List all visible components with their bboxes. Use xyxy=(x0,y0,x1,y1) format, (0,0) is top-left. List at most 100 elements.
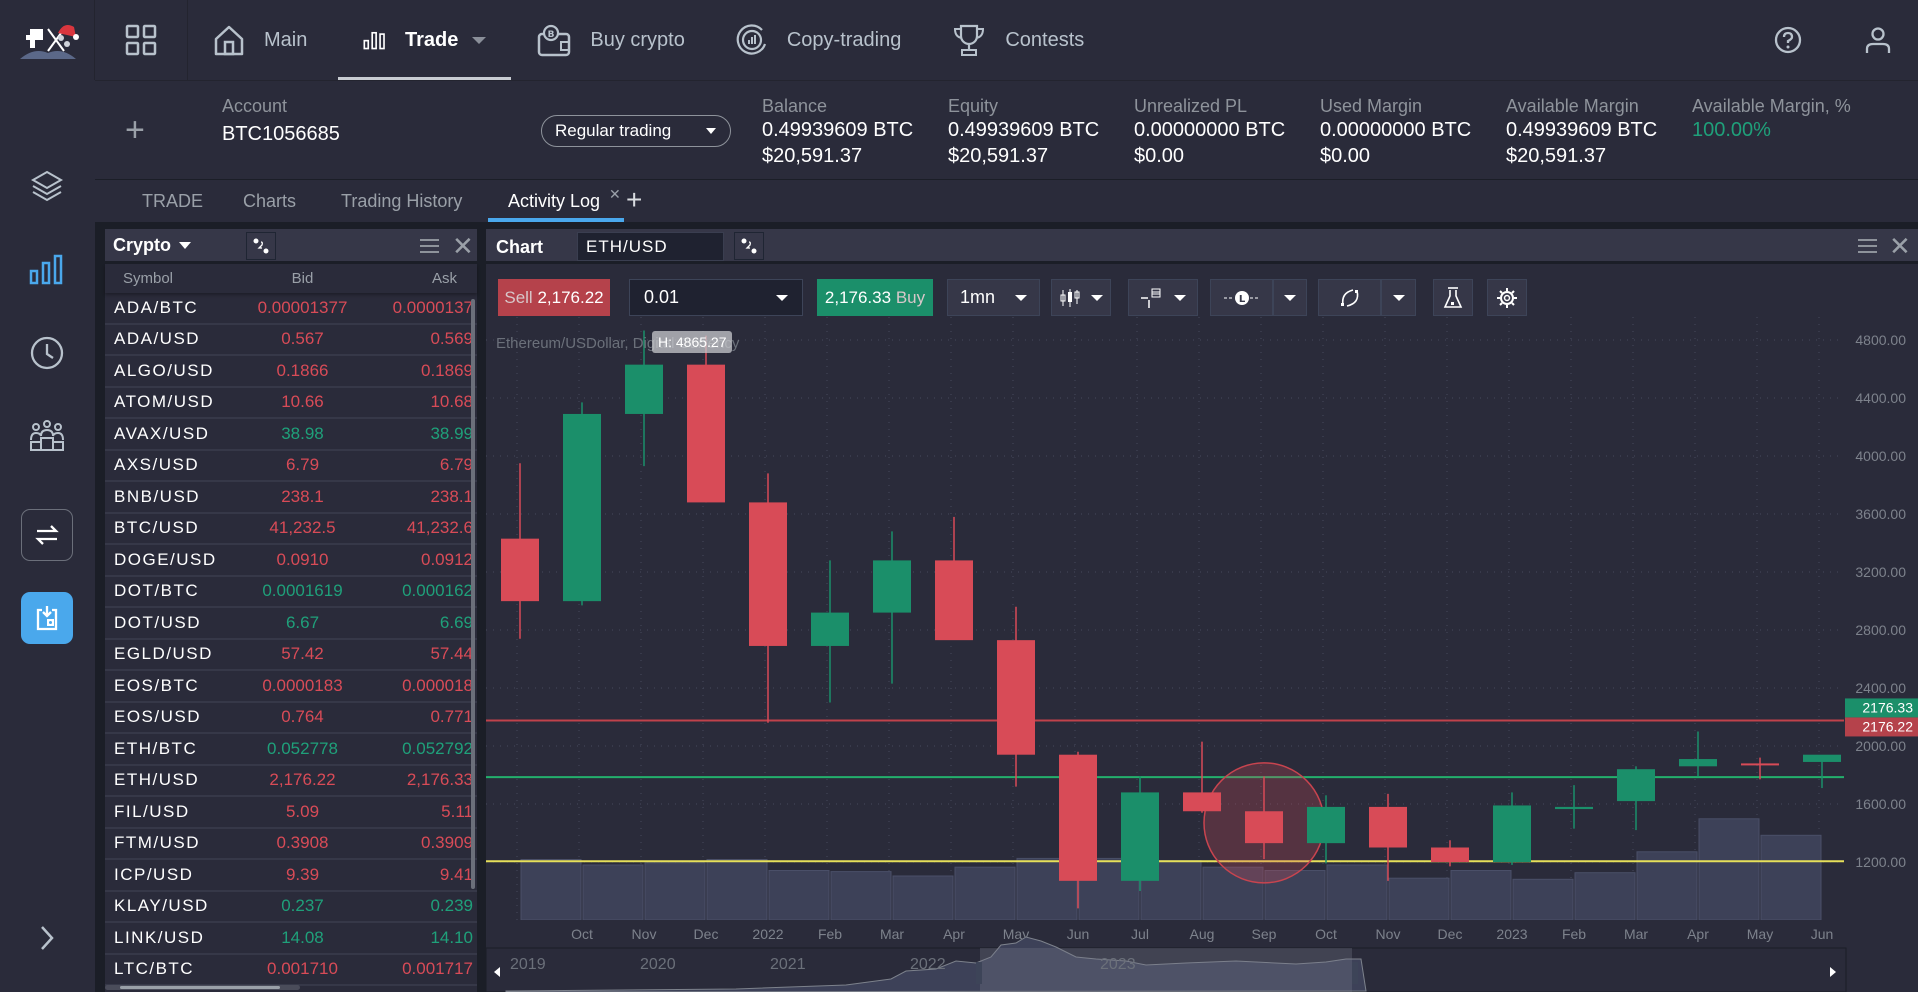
nav-main[interactable]: Main xyxy=(188,0,332,80)
buy-button[interactable]: 2,176.33 Buy xyxy=(817,279,933,316)
watchlist-row[interactable]: EOS/USD 0.764 0.771 xyxy=(105,703,477,734)
sidebar-community-button[interactable] xyxy=(21,410,73,462)
nav-copy-trading[interactable]: Copy-trading xyxy=(710,0,927,80)
tab-trade[interactable]: TRADE xyxy=(142,180,203,222)
watchlist-row[interactable]: DOGE/USD 0.0910 0.0912 xyxy=(105,545,477,577)
line-tool-dropdown[interactable] xyxy=(1273,279,1307,316)
chart-type-select[interactable] xyxy=(1051,279,1111,316)
row-bid[interactable]: 0.1866 xyxy=(240,361,365,381)
chart-settings-button[interactable] xyxy=(1487,279,1527,316)
help-icon[interactable] xyxy=(1774,26,1802,54)
row-ask[interactable]: 0.0912 xyxy=(365,550,477,570)
row-bid[interactable]: 0.764 xyxy=(240,707,365,727)
row-ask[interactable]: 0.000162 xyxy=(365,581,477,601)
watchlist-row[interactable]: AXS/USD 6.79 6.79 xyxy=(105,451,477,482)
watchlist-row[interactable]: BTC/USD 41,232.5 41,232.6 xyxy=(105,514,477,545)
row-bid[interactable]: 38.98 xyxy=(240,424,365,444)
chart-close-icon[interactable]: ✕ xyxy=(1889,233,1911,259)
row-bid[interactable]: 0.567 xyxy=(240,329,365,349)
row-bid[interactable]: 0.3908 xyxy=(240,833,365,853)
sidebar-history-button[interactable] xyxy=(21,327,73,379)
row-ask[interactable]: 41,232.6 xyxy=(365,518,477,538)
row-ask[interactable]: 0.052792 xyxy=(365,739,477,759)
watchlist-row[interactable]: ICP/USD 9.39 9.41 xyxy=(105,860,477,892)
row-bid[interactable]: 5.09 xyxy=(240,802,365,822)
apps-grid-button[interactable] xyxy=(95,0,188,80)
row-bid[interactable]: 0.0001619 xyxy=(240,581,365,601)
link-group-button[interactable] xyxy=(246,232,276,260)
watchlist-row[interactable]: AVAX/USD 38.98 38.99 xyxy=(105,419,477,451)
add-account-button[interactable]: + xyxy=(125,111,145,150)
add-tab-button[interactable]: + xyxy=(626,184,642,216)
row-ask[interactable]: 0.569 xyxy=(365,329,477,349)
watchlist-row[interactable]: ATOM/USD 10.66 10.68 xyxy=(105,388,477,419)
row-ask[interactable]: 6.69 xyxy=(365,613,477,633)
watchlist-close-icon[interactable]: ✕ xyxy=(452,233,474,259)
tab-activity-log[interactable]: Activity Log xyxy=(487,180,625,222)
watchlist-row[interactable]: ADA/BTC 0.00001377 0.0000137 xyxy=(105,293,477,325)
row-bid[interactable]: 0.001710 xyxy=(240,959,365,979)
row-bid[interactable]: 238.1 xyxy=(240,487,365,507)
interval-select[interactable]: 1mn xyxy=(947,279,1040,316)
row-bid[interactable]: 0.237 xyxy=(240,896,365,916)
watchlist-vertical-scrollbar[interactable] xyxy=(471,299,475,889)
row-ask[interactable]: 0.3909 xyxy=(365,833,477,853)
nav-buy-crypto[interactable]: B Buy crypto xyxy=(511,0,709,80)
watchlist-row[interactable]: EOS/BTC 0.0000183 0.000018 xyxy=(105,671,477,703)
tab-close-icon[interactable]: ✕ xyxy=(609,186,621,203)
watchlist-horizontal-scrollbar[interactable] xyxy=(105,985,300,990)
tab-charts[interactable]: Charts xyxy=(243,180,296,222)
watchlist-row[interactable]: ADA/USD 0.567 0.569 xyxy=(105,325,477,356)
chart-menu-icon[interactable] xyxy=(1858,239,1877,253)
brand-logo[interactable] xyxy=(0,0,95,80)
sidebar-layers-button[interactable] xyxy=(21,160,73,212)
watchlist-row[interactable]: BNB/USD 238.1 238.1 xyxy=(105,482,477,514)
row-ask[interactable]: 6.79 xyxy=(365,455,477,475)
indicators-button[interactable] xyxy=(1433,279,1473,316)
chart-link-group-button[interactable] xyxy=(734,232,764,260)
row-ask[interactable]: 0.000018 xyxy=(365,676,477,696)
trading-mode-select[interactable]: Regular trading xyxy=(541,115,731,147)
row-ask[interactable]: 0.001717 xyxy=(365,959,477,979)
watchlist-row[interactable]: DOT/USD 6.67 6.69 xyxy=(105,608,477,640)
crosshair-tool-select[interactable] xyxy=(1128,279,1198,316)
watchlist-row[interactable]: FIL/USD 5.09 5.11 xyxy=(105,797,477,829)
watchlist-row[interactable]: KLAY/USD 0.237 0.239 xyxy=(105,892,477,923)
sidebar-transfer-button[interactable] xyxy=(21,509,73,561)
row-bid[interactable]: 0.00001377 xyxy=(240,298,365,318)
row-bid[interactable]: 6.79 xyxy=(240,455,365,475)
row-bid[interactable]: 2,176.22 xyxy=(240,770,365,790)
sidebar-deposit-button[interactable] xyxy=(21,592,73,644)
col-symbol[interactable]: Symbol xyxy=(105,270,240,287)
watchlist-row[interactable]: ALGO/USD 0.1866 0.1869 xyxy=(105,356,477,388)
row-bid[interactable]: 14.08 xyxy=(240,928,365,948)
row-bid[interactable]: 10.66 xyxy=(240,392,365,412)
row-ask[interactable]: 0.1869 xyxy=(365,361,477,381)
sell-button[interactable]: Sell 2,176.22 xyxy=(498,279,610,316)
row-ask[interactable]: 10.68 xyxy=(365,392,477,412)
drawing-tool-dropdown[interactable] xyxy=(1381,279,1416,316)
row-ask[interactable]: 0.771 xyxy=(365,707,477,727)
sidebar-trade-button[interactable] xyxy=(21,244,73,296)
user-profile-icon[interactable] xyxy=(1864,26,1892,54)
watchlist-row[interactable]: FTM/USD 0.3908 0.3909 xyxy=(105,829,477,860)
row-ask[interactable]: 2,176.33 xyxy=(365,770,477,790)
col-ask[interactable]: Ask xyxy=(365,270,477,287)
row-bid[interactable]: 0.052778 xyxy=(240,739,365,759)
watchlist-row[interactable]: ETH/USD 2,176.22 2,176.33 xyxy=(105,766,477,797)
watchlist-row[interactable]: LTC/BTC 0.001710 0.001717 xyxy=(105,955,477,986)
candlestick-chart[interactable]: 4800.00 4400.00 4000.00 3600.00 3200.00 2800.… xyxy=(486,317,1918,992)
watchlist-row[interactable]: ETH/BTC 0.052778 0.052792 xyxy=(105,734,477,766)
row-bid[interactable]: 41,232.5 xyxy=(240,518,365,538)
chart-symbol-input[interactable]: ETH/USD xyxy=(577,232,724,261)
row-ask[interactable]: 5.11 xyxy=(365,802,477,822)
row-bid[interactable]: 57.42 xyxy=(240,644,365,664)
watchlist-row[interactable]: EGLD/USD 57.42 57.44 xyxy=(105,640,477,671)
tab-trading-history[interactable]: Trading History xyxy=(341,180,462,222)
watchlist-menu-icon[interactable] xyxy=(420,239,439,253)
row-bid[interactable]: 9.39 xyxy=(240,865,365,885)
nav-contests[interactable]: Contests xyxy=(926,0,1109,80)
quantity-select[interactable]: 0.01 xyxy=(629,279,803,316)
watchlist-category-select[interactable]: Crypto xyxy=(113,235,191,256)
row-ask[interactable]: 0.0000137 xyxy=(365,298,477,318)
